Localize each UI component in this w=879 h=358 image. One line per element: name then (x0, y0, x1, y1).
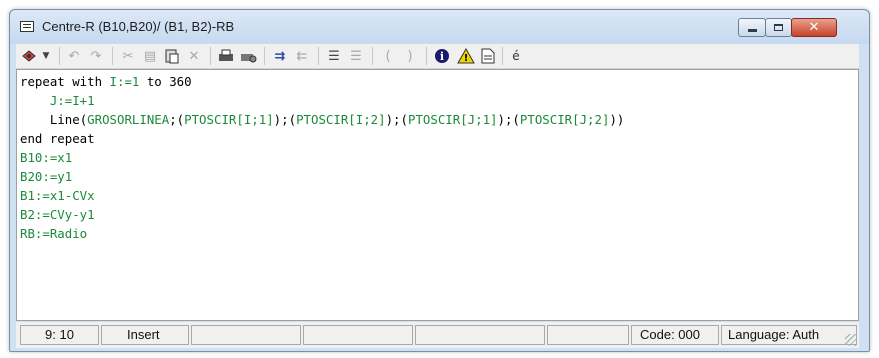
maximize-icon (774, 24, 783, 31)
punctuation: );( (273, 112, 297, 127)
punctuation: );( (385, 112, 408, 127)
print-setup-icon[interactable] (238, 46, 258, 66)
code-variable: PTOSCIR[I;2] (296, 112, 386, 127)
code-line: B20:=y1 (20, 169, 73, 184)
bug-icon[interactable] (18, 46, 40, 66)
dropdown-arrow-icon[interactable]: ▼ (40, 46, 52, 66)
delete-icon[interactable]: ✕ (184, 46, 204, 66)
toolbar-separator (502, 47, 503, 65)
status-panel-empty (303, 325, 413, 345)
keyword: end repeat (20, 131, 95, 146)
toolbar-separator (426, 47, 427, 65)
warning-icon[interactable]: ! (456, 46, 476, 66)
redo-icon[interactable]: ↷ (86, 46, 106, 66)
editor-window: Centre-R (B10,B20)/ (B1, B2)-RB ✕ ▼ ↶ ↷ … (9, 9, 870, 352)
paste-icon[interactable] (162, 46, 182, 66)
code-variable: PTOSCIR[J;1] (407, 112, 498, 127)
toolbar-separator (264, 47, 265, 65)
maximize-button[interactable] (765, 18, 792, 37)
comment-icon[interactable]: ☰ (324, 46, 344, 66)
indent-icon[interactable]: ⇉ (270, 46, 290, 66)
code-editor[interactable]: repeat with I:=1 to 360 J:=I+1 Line(GROS… (16, 69, 859, 321)
toolbar: ▼ ↶ ↷ ✂ ▤ ✕ ⇉ ⇇ ☰ ☰ ( ) i ! é (16, 44, 859, 69)
close-button[interactable]: ✕ (791, 18, 837, 37)
code-line: J:=I+1 (20, 91, 95, 110)
status-bar: 9: 10 Insert Code: 000 Language: Auth (16, 322, 859, 348)
window-title: Centre-R (B10,B20)/ (B1, B2)-RB (42, 19, 235, 34)
uncomment-icon[interactable]: ☰ (346, 46, 366, 66)
status-panel-empty (547, 325, 629, 345)
code-line: B10:=x1 (20, 150, 73, 165)
open-paren-icon[interactable]: ( (378, 46, 398, 66)
code-variable: PTOSCIR[J;2] (519, 112, 610, 127)
close-paren-icon[interactable]: ) (400, 46, 420, 66)
code-variable: PTOSCIR[I;1] (184, 112, 274, 127)
minimize-icon (747, 29, 757, 32)
keyword: to 360 (139, 74, 192, 89)
unindent-icon[interactable]: ⇇ (292, 46, 312, 66)
code-variable: GROSORLINEA (87, 112, 170, 127)
page-icon[interactable] (478, 46, 498, 66)
close-icon: ✕ (808, 20, 820, 35)
code-line: end repeat (20, 129, 95, 148)
code-line: B1:=x1-CVx (20, 188, 95, 203)
title-bar[interactable]: Centre-R (B10,B20)/ (B1, B2)-RB ✕ (10, 10, 869, 44)
window-icon[interactable] (20, 21, 34, 32)
copy-icon[interactable]: ▤ (140, 46, 160, 66)
punctuation: ;( (169, 112, 185, 127)
punctuation: )) (609, 112, 625, 127)
svg-text:i: i (440, 50, 444, 63)
undo-icon[interactable]: ↶ (64, 46, 84, 66)
svg-text:!: ! (464, 53, 469, 64)
toolbar-separator (210, 47, 211, 65)
code-line: Line(GROSORLINEA;(PTOSCIR[I;1]);(PTOSCIR… (20, 110, 625, 129)
toolbar-separator (59, 47, 60, 65)
code-line: repeat with I:=1 to 360 (20, 72, 192, 91)
toolbar-separator (318, 47, 319, 65)
language-status: Language: Auth (721, 325, 857, 345)
code-line: B2:=CVy-y1 (20, 207, 95, 222)
toolbar-separator (372, 47, 373, 65)
minimize-button[interactable] (738, 18, 766, 37)
edit-mode: Insert (101, 325, 189, 345)
accent-e-icon[interactable]: é (506, 46, 526, 66)
function-name: Line (49, 112, 80, 127)
code-variable: J:=I+1 (49, 93, 95, 108)
info-icon[interactable]: i (432, 46, 452, 66)
status-panel-empty (191, 325, 301, 345)
code-line: RB:=Radio (20, 226, 88, 241)
keyword: repeat with (20, 74, 110, 89)
status-panel-empty (415, 325, 545, 345)
toolbar-separator (112, 47, 113, 65)
code-status: Code: 000 (631, 325, 719, 345)
cut-icon[interactable]: ✂ (118, 46, 138, 66)
punctuation: );( (497, 112, 520, 127)
resize-grip-icon[interactable] (845, 334, 857, 346)
cursor-position: 9: 10 (20, 325, 99, 345)
code-variable: I:=1 (109, 74, 140, 89)
print-icon[interactable] (216, 46, 236, 66)
